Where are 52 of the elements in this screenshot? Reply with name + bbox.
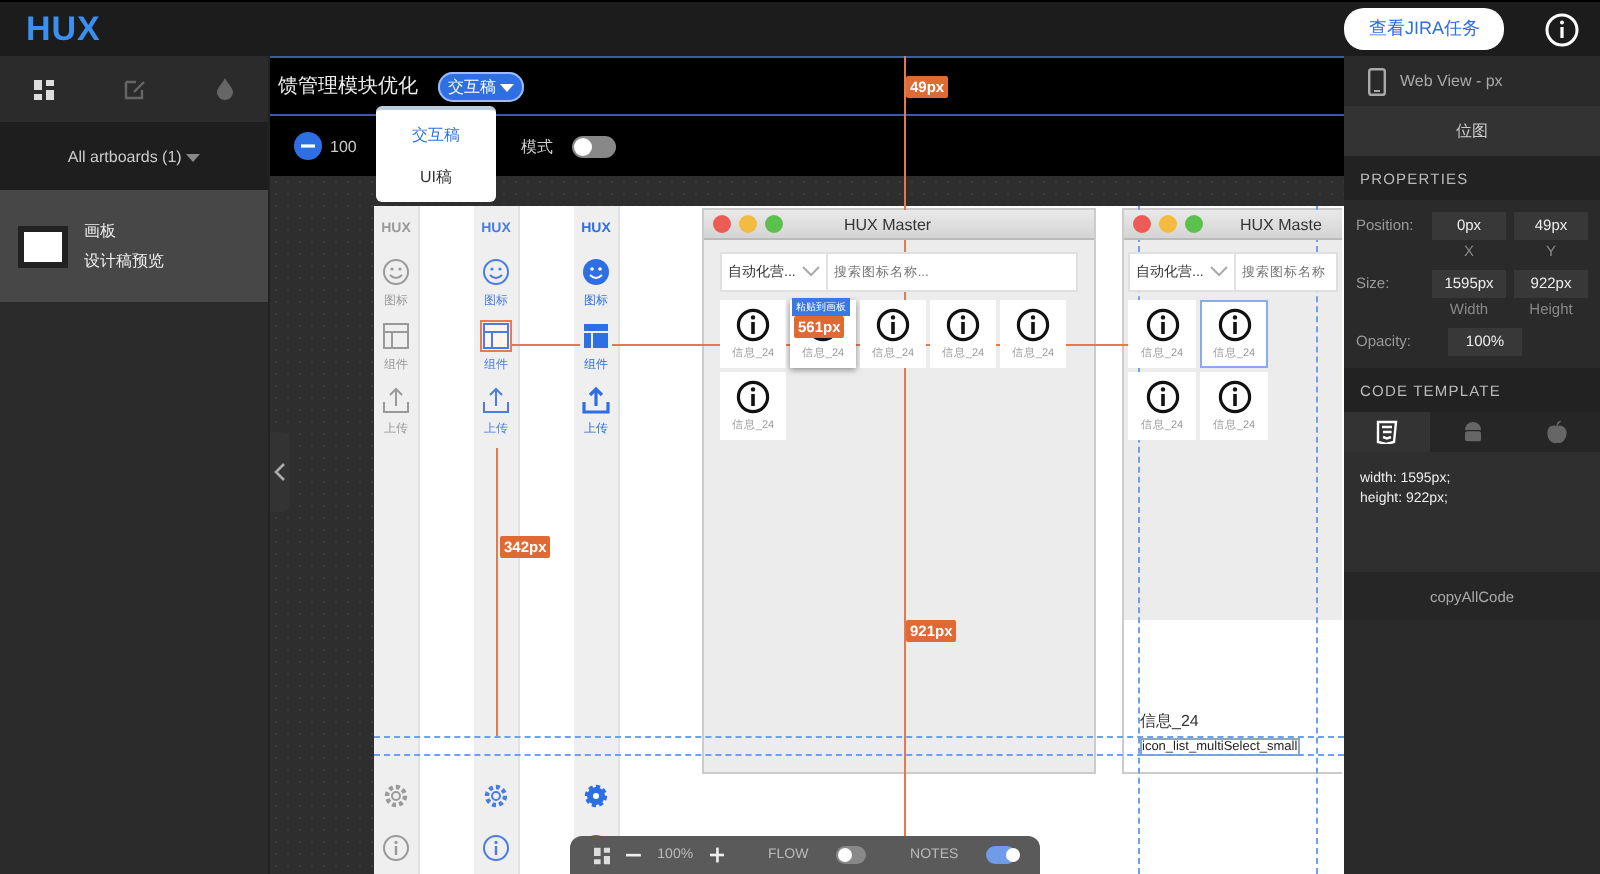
phone-icon bbox=[1368, 67, 1386, 95]
info-icon bbox=[1217, 380, 1251, 414]
mode-label: 模式 bbox=[520, 135, 553, 157]
bitmap-button[interactable]: 位图 bbox=[1344, 106, 1600, 156]
artboard-filter[interactable]: All artboards (1) bbox=[0, 122, 268, 190]
project-title: 馈管理模块优化 bbox=[278, 73, 418, 100]
zoom-level: 100 bbox=[330, 137, 357, 155]
flow-toggle[interactable] bbox=[836, 846, 867, 864]
info-icon bbox=[876, 308, 910, 342]
chevron-down-icon bbox=[801, 266, 820, 278]
settings-icon[interactable] bbox=[482, 782, 510, 810]
caret-icon bbox=[500, 83, 515, 91]
grid-icon[interactable] bbox=[594, 845, 611, 865]
drop-icon bbox=[215, 78, 234, 100]
chevron-left-icon bbox=[274, 462, 286, 482]
settings-icon[interactable] bbox=[382, 782, 410, 810]
mode-toggle[interactable] bbox=[572, 135, 617, 157]
artboard-item[interactable]: 画板 设计稿预览 bbox=[0, 190, 268, 302]
logo: HUX bbox=[26, 9, 101, 49]
android-icon bbox=[1461, 420, 1483, 444]
zoom-out-icon[interactable] bbox=[294, 132, 322, 160]
apple-icon bbox=[1546, 420, 1569, 444]
grid-icon bbox=[34, 79, 55, 99]
version-option[interactable]: 交互稿 bbox=[376, 114, 496, 156]
css-icon bbox=[1375, 420, 1398, 444]
edit-icon bbox=[123, 78, 146, 100]
info-icon bbox=[1016, 308, 1050, 342]
window-controls-icon[interactable] bbox=[1132, 214, 1208, 234]
caret-icon bbox=[186, 153, 201, 161]
window-title: HUX Maste bbox=[1240, 215, 1322, 233]
chevron-down-icon bbox=[1209, 266, 1228, 278]
info-icon bbox=[736, 308, 770, 342]
version-dropdown[interactable]: 交互稿 bbox=[438, 71, 525, 101]
plus-icon[interactable] bbox=[709, 846, 724, 864]
version-option[interactable]: UI稿 bbox=[376, 156, 496, 198]
artboard-thumbnail bbox=[18, 225, 68, 267]
info-icon bbox=[1145, 380, 1179, 414]
jira-button[interactable]: 查看JIRA任务 bbox=[1344, 8, 1504, 50]
collapse-handle[interactable] bbox=[270, 432, 290, 512]
info-icon bbox=[946, 308, 980, 342]
artboard-title: 画板 bbox=[84, 220, 118, 242]
info-icon bbox=[1217, 308, 1251, 342]
notes-toggle[interactable] bbox=[986, 846, 1016, 864]
info-icon bbox=[1145, 308, 1179, 342]
window-controls-icon[interactable] bbox=[712, 214, 788, 234]
device-label: Web View - px bbox=[1400, 72, 1503, 90]
artboard-subtitle: 设计稿预览 bbox=[84, 250, 164, 272]
info-icon bbox=[736, 380, 770, 414]
settings-icon[interactable] bbox=[582, 782, 610, 810]
code-tab[interactable] bbox=[1344, 412, 1430, 452]
window-title: HUX Master bbox=[844, 215, 932, 233]
icon-name: 信息_24 bbox=[1140, 710, 1201, 732]
